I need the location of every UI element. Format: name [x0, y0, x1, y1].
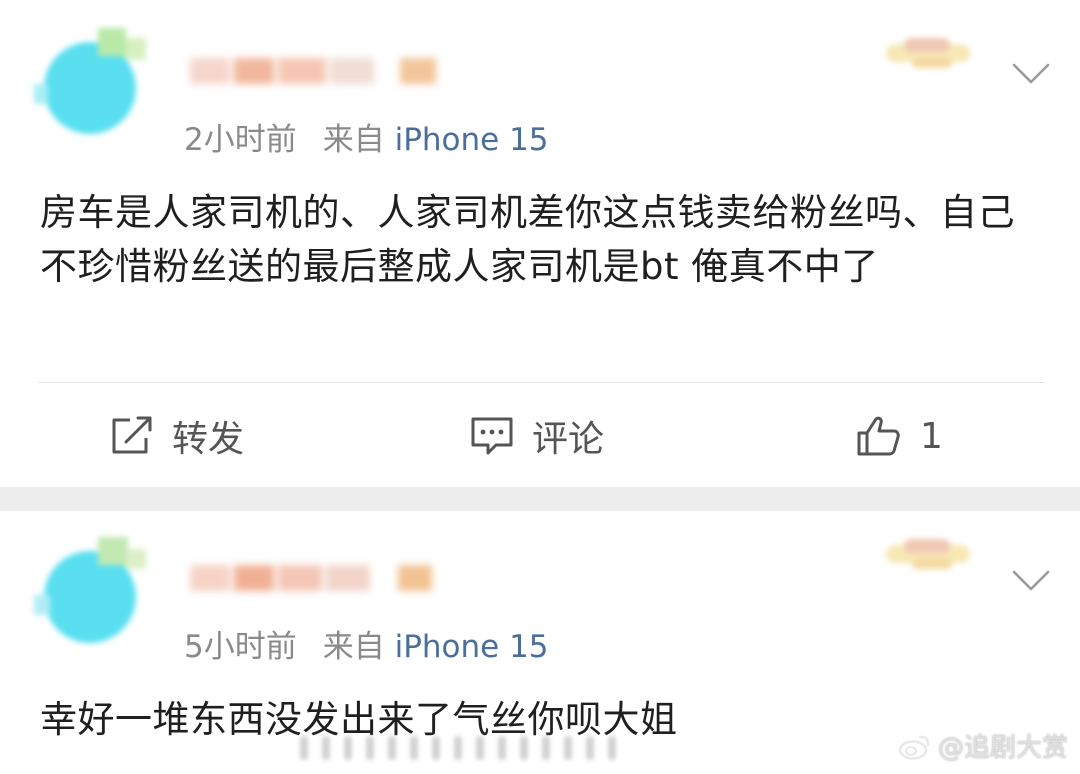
comment-label: 评论	[532, 419, 605, 460]
repost-button[interactable]: 转发	[110, 410, 244, 462]
post-meta: 5小时前 来自 iPhone 15	[184, 621, 549, 666]
user-avatar[interactable]	[34, 537, 146, 649]
chevron-down-icon[interactable]	[1012, 62, 1050, 86]
like-icon	[857, 416, 900, 456]
fan-badge	[882, 30, 974, 74]
post-card[interactable]: 2小时前 来自 iPhone 15 房车是人家司机的、人家司机差你这点钱卖给粉丝吗…	[0, 0, 1080, 487]
post-meta: 2小时前 来自 iPhone 15	[184, 114, 549, 159]
fan-badge	[882, 531, 974, 575]
weibo-logo-icon	[898, 735, 930, 760]
like-count: 1	[920, 415, 943, 457]
like-button[interactable]: 1	[856, 410, 943, 462]
post-time: 2小时前	[184, 122, 297, 158]
source-watermark: @追剧大赏	[898, 727, 1068, 764]
watermark-text: @追剧大赏	[937, 733, 1068, 763]
device-name: iPhone 15	[394, 122, 549, 158]
repost-label: 转发	[172, 419, 245, 460]
username-blurred[interactable]	[190, 557, 460, 597]
post-separator	[0, 487, 1080, 511]
comment-button[interactable]: 评论	[470, 410, 604, 462]
user-avatar[interactable]	[34, 28, 146, 140]
chevron-down-icon[interactable]	[1012, 569, 1050, 593]
post-time: 5小时前	[184, 629, 297, 665]
scroll-smear	[300, 736, 630, 760]
source-prefix: 来自	[322, 629, 385, 665]
username-blurred[interactable]	[190, 50, 460, 90]
source-prefix: 来自	[322, 122, 385, 158]
post-content: 房车是人家司机的、人家司机差你这点钱卖给粉丝吗、自己不珍惜粉丝送的最后整成人家司…	[40, 191, 1015, 288]
action-divider	[38, 382, 1044, 383]
comment-icon	[471, 417, 513, 455]
repost-icon	[112, 416, 152, 454]
device-name: iPhone 15	[394, 629, 549, 665]
